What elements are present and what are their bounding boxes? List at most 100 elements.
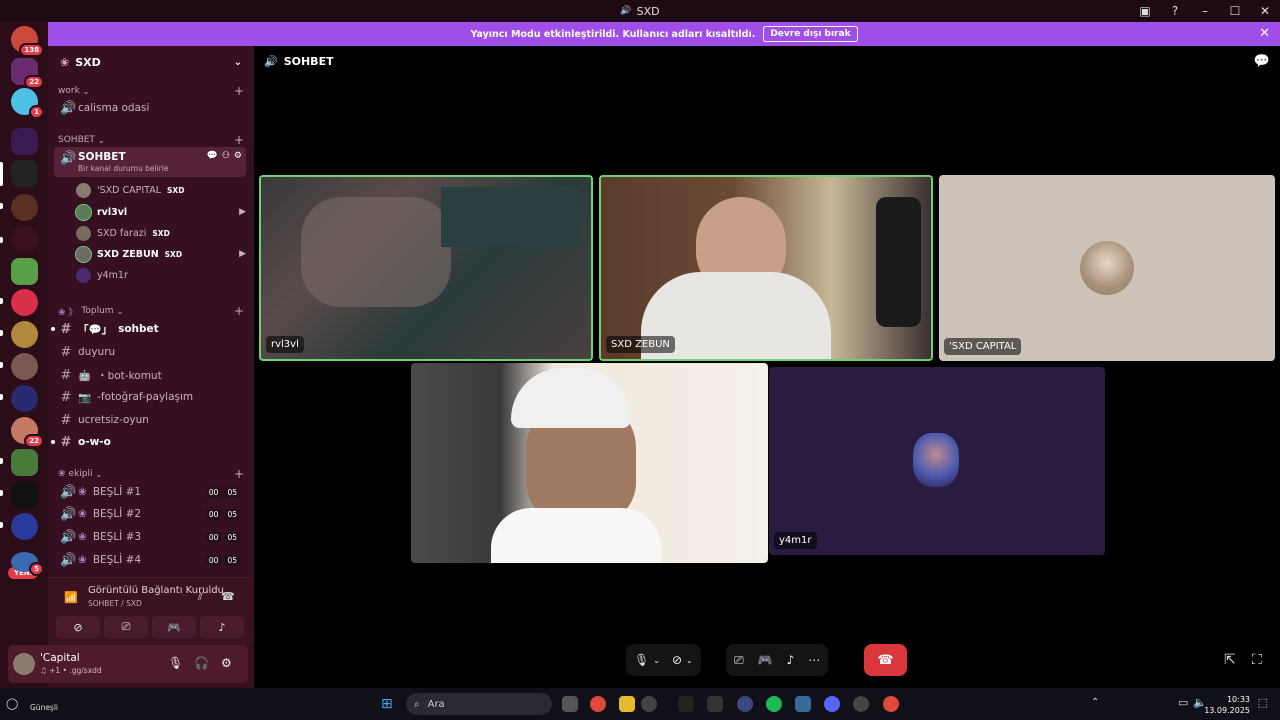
voice-user[interactable]: 'SXD CAPITAL SXD [76,180,246,200]
gear-icon[interactable]: ⚙ [221,656,232,670]
tray-chevron-icon[interactable]: ⌃ [1091,697,1099,708]
video-tile[interactable]: 'SXD CAPITAL [939,175,1275,361]
server-icon[interactable]: 22 [11,58,44,89]
category-ekipli[interactable]: ❀ ekipli ⌄ + [58,467,244,481]
discord-icon[interactable] [824,696,840,712]
server-header[interactable]: ❀ SXD ⌄ [48,46,254,78]
username[interactable]: 'Capital [40,652,80,664]
text-channel-ucretsiz[interactable]: # ucretsiz-oyun [54,409,246,431]
voice-channel-besli-2[interactable]: 🔊 ❀ BEŞLİ #2 00 05 [54,503,246,525]
server-icon[interactable]: 5 [11,552,44,576]
notification-icon[interactable]: ⬚ [1258,696,1268,709]
category-toplum[interactable]: ❀ 》 Toplum ⌄ + [58,304,244,318]
start-icon[interactable]: ⊞ [381,696,393,712]
category-work[interactable]: work ⌄ + [58,84,244,98]
system-clock[interactable]: 10:33 13.09.2025 [1204,694,1250,716]
server-icon[interactable] [11,194,38,221]
voice-channel-besli-1[interactable]: 🔊 ❀ BEŞLİ #1 00 05 [54,481,246,503]
text-channel-sohbet[interactable]: # 「💬」 sohbet [51,318,246,340]
create-channel-icon[interactable]: + [234,467,244,481]
create-channel-icon[interactable]: + [234,133,244,147]
noise-suppression-icon[interactable]: ⫽ [198,590,203,604]
minimize-button[interactable]: – [1190,0,1220,22]
more-icon[interactable]: ⋯ [808,653,820,667]
chat-icon[interactable]: 💬 [207,151,218,161]
app-icon[interactable] [795,696,811,712]
voice-channel-sohbet[interactable]: 🔊 SOHBET Bir kanal durumu belirle 💬 ⚇ ⚙ [54,147,246,177]
category-sohbet[interactable]: SOHBET ⌄ + [58,133,244,147]
inbox-icon[interactable]: ▣ [1130,0,1160,22]
signal-icon[interactable]: 📶 [64,591,78,604]
disconnect-button[interactable]: ☎ [864,644,907,676]
voice-channel-besli-4[interactable]: 🔊 ❀ BEŞLİ #4 00 05 [54,549,246,571]
chat-icon[interactable]: 💬 [1254,54,1270,69]
spotify-icon[interactable] [766,696,782,712]
task-view-icon[interactable] [562,696,578,712]
server-icon[interactable] [11,258,38,285]
video-tile[interactable] [411,363,768,563]
video-tile[interactable]: rvl3vl [259,175,593,361]
chevron-down-icon[interactable]: ⌄ [653,656,660,665]
text-channel-owo[interactable]: # o-w-o [51,431,246,453]
server-folder-icon[interactable] [11,128,38,155]
voice-channel-besli-3[interactable]: 🔊 ❀ BEŞLİ #3 00 05 [54,526,246,548]
network-icon[interactable]: ▭ [1178,696,1188,709]
file-explorer-icon[interactable] [619,696,635,712]
server-icon[interactable] [11,353,38,380]
video-tile[interactable]: y4m1r [769,367,1105,555]
avatar[interactable] [13,653,35,675]
server-icon[interactable] [11,289,38,316]
voice-connection-status[interactable]: Görüntülü Bağlantı Kuruldu [88,585,224,596]
pop-out-icon[interactable]: ⇱ [1224,652,1236,668]
close-icon[interactable]: ✕ [1259,26,1270,41]
app-icon[interactable] [737,696,753,712]
gamepad-icon[interactable]: 🎮 [758,653,773,667]
create-channel-icon[interactable]: + [234,84,244,98]
server-icon[interactable] [11,513,38,540]
app-icon[interactable] [641,696,657,712]
help-icon[interactable]: ? [1160,0,1190,22]
screen-share-button[interactable]: ⎚ [104,616,148,638]
video-tile[interactable]: SXD ZEBUN [599,175,933,361]
create-channel-icon[interactable]: + [234,304,244,318]
voice-connection-location[interactable]: SOHBET / SXD [88,599,142,608]
server-icon-sxd[interactable] [11,160,38,187]
gear-icon[interactable]: ⚙ [234,151,242,161]
text-channel-bot[interactable]: # 🤖 ・bot-komut [54,364,246,386]
close-button[interactable]: ✕ [1250,0,1280,22]
voice-user[interactable]: y4m1r [76,265,246,285]
voice-user[interactable]: SXD farazi SXD [76,223,246,243]
soundboard-icon[interactable]: ♪ [787,653,795,667]
app-icon[interactable] [707,696,723,712]
server-icon[interactable] [11,226,38,253]
weather-icon[interactable]: ◯ [6,697,18,710]
maximize-button[interactable]: ☐ [1220,0,1250,22]
app-icon[interactable] [678,696,694,712]
camera-off-button[interactable]: ⊘ [56,616,100,638]
fullscreen-icon[interactable]: ⛶ [1252,652,1262,668]
chrome-icon[interactable] [883,696,899,712]
server-icon[interactable]: 1 [11,88,44,119]
app-icon[interactable] [853,696,869,712]
microphone-icon[interactable]: 🎙 [634,653,649,667]
server-icon[interactable]: 138 [11,26,44,57]
server-icon[interactable] [11,321,38,348]
chrome-icon[interactable] [590,696,606,712]
voice-user[interactable]: rvl3vl ▶ [75,202,246,222]
headphones-icon[interactable]: 🎧 [194,656,209,670]
activity-button[interactable]: 🎮 [152,616,196,638]
camera-off-icon[interactable]: ⊘ [672,653,682,667]
server-icon[interactable] [11,385,38,412]
text-channel-duyuru[interactable]: # duyuru [54,341,246,363]
text-channel-foto[interactable]: # 📷 -fotoğraf-paylaşım [54,386,246,408]
disable-streamer-mode-button[interactable]: Devre dışı bırak [763,26,858,42]
voice-channel-calisma[interactable]: 🔊 calisma odasi [54,97,246,119]
server-icon[interactable]: 22 [11,417,44,448]
soundboard-button[interactable]: ♪ [200,616,244,638]
invite-icon[interactable]: ⚇ [222,151,230,161]
disconnect-icon[interactable]: ☎ [221,590,235,603]
server-icon[interactable] [11,449,38,476]
server-icon[interactable] [11,481,38,508]
voice-user[interactable]: SXD ZEBUN SXD ▶ [75,244,246,264]
taskbar-search[interactable]: ⌕ Ara [406,693,552,715]
